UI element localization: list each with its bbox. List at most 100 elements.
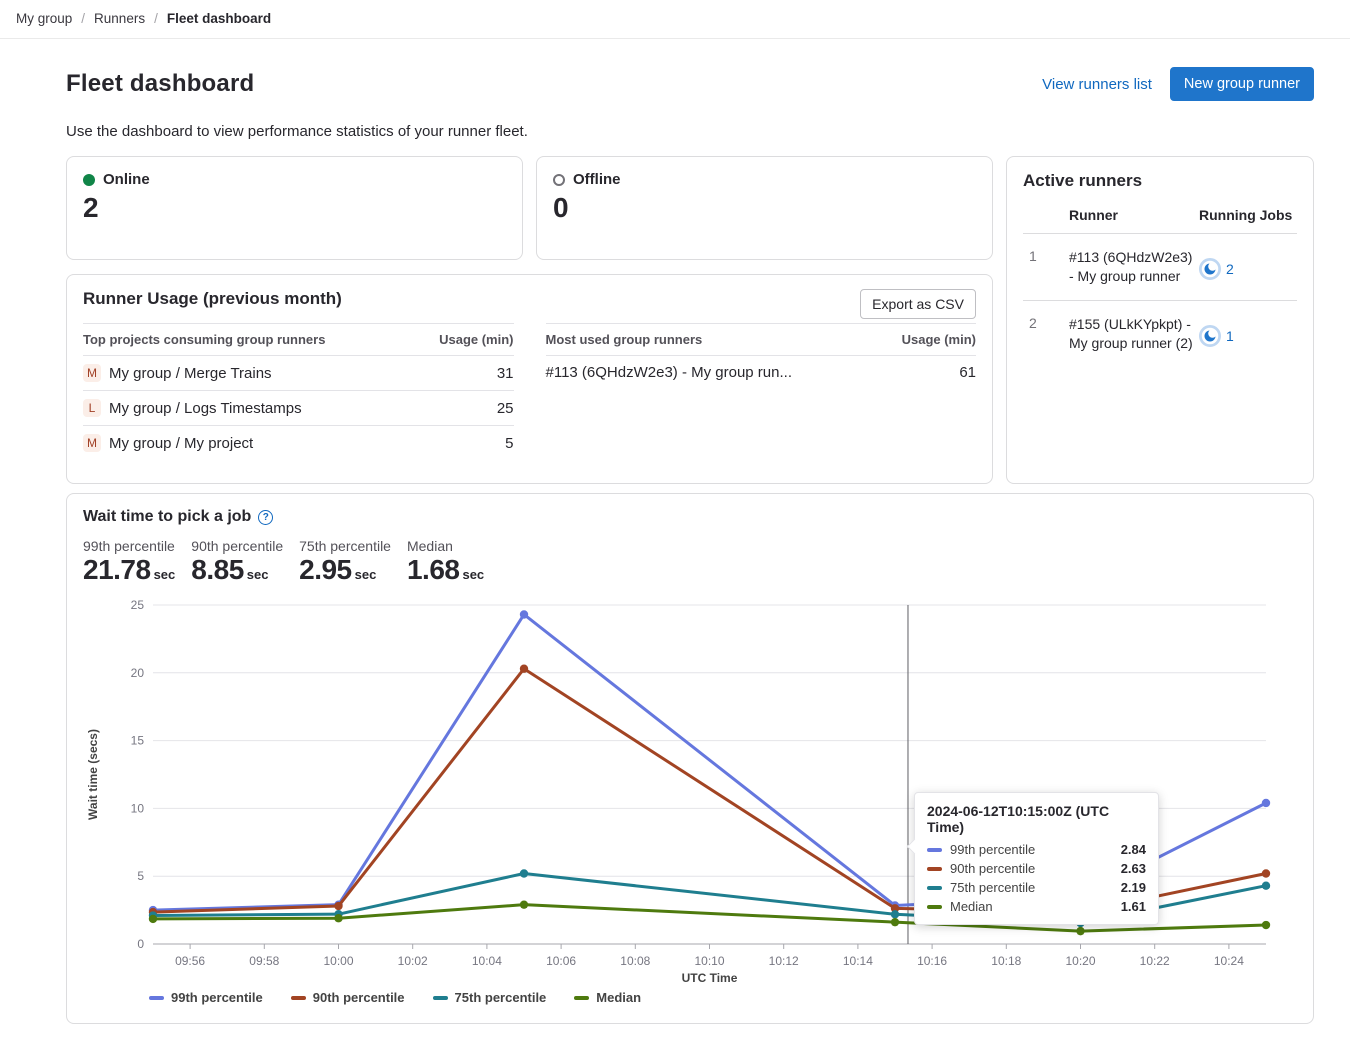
top-projects-table: Top projects consuming group runners Usa… — [83, 323, 514, 460]
table-row: M My group / My project 5 — [83, 426, 514, 460]
tooltip-series-name: 99th percentile — [950, 842, 1113, 857]
series-swatch — [927, 867, 942, 871]
legend-item-99th-percentile[interactable]: 99th percentile — [149, 990, 263, 1005]
column-header-usage: Usage (min) — [902, 332, 976, 347]
running-jobs-count[interactable]: 2 — [1226, 261, 1234, 277]
column-header-usage: Usage (min) — [439, 332, 513, 347]
offline-count: 0 — [553, 192, 976, 224]
svg-text:10:22: 10:22 — [1140, 954, 1170, 968]
offline-label: Offline — [573, 171, 621, 188]
column-header-runner: Runner — [1069, 195, 1199, 234]
breadcrumb-my-group[interactable]: My group — [16, 11, 72, 26]
online-status-icon — [83, 174, 95, 186]
tooltip-series-name: 90th percentile — [950, 861, 1113, 876]
offline-status-icon — [553, 174, 565, 186]
wait-time-title: Wait time to pick a job — [83, 508, 251, 526]
tooltip-series-value: 2.19 — [1121, 880, 1146, 895]
running-status-icon — [1199, 325, 1221, 347]
svg-text:10: 10 — [131, 802, 145, 816]
y-axis-label: Wait time (secs) — [86, 729, 100, 820]
x-axis-label: UTC Time — [682, 971, 738, 985]
svg-text:10:20: 10:20 — [1065, 954, 1095, 968]
breadcrumb-separator: / — [154, 11, 158, 26]
chart-legend: 99th percentile 90th percentile 75th perce… — [149, 990, 1297, 1005]
tooltip-series-value: 2.84 — [1121, 842, 1146, 857]
page-description: Use the dashboard to view performance st… — [66, 123, 1314, 140]
table-row: 1 #113 (6QHdzW2e3) - My group runner 2 — [1023, 234, 1297, 301]
new-group-runner-button[interactable]: New group runner — [1170, 67, 1314, 101]
svg-text:10:10: 10:10 — [694, 954, 724, 968]
stat-90th-percentile: 90th percentile 8.85sec — [191, 538, 283, 586]
tooltip-row: 99th percentile 2.84 — [927, 842, 1146, 857]
series-swatch — [433, 996, 448, 1000]
tooltip-row: 75th percentile 2.19 — [927, 880, 1146, 895]
tooltip-series-value: 2.63 — [1121, 861, 1146, 876]
series-swatch — [291, 996, 306, 1000]
breadcrumb-bar: My group / Runners / Fleet dashboard — [0, 0, 1350, 39]
svg-text:10:06: 10:06 — [546, 954, 576, 968]
view-runners-list-link[interactable]: View runners list — [1042, 76, 1152, 93]
table-row: 2 #155 (ULkKYpkpt) - My group runner (2)… — [1023, 300, 1297, 366]
wait-time-stats: 99th percentile 21.78sec 90th percentile… — [83, 538, 1297, 586]
most-used-runners-table: Most used group runners Usage (min) #113… — [546, 323, 977, 460]
breadcrumb-current: Fleet dashboard — [167, 11, 271, 26]
project-avatar: M — [83, 434, 101, 452]
breadcrumb: My group / Runners / Fleet dashboard — [16, 11, 1334, 26]
tooltip-row: 90th percentile 2.63 — [927, 861, 1146, 876]
tooltip-series-name: Median — [950, 899, 1113, 914]
table-row: #113 (6QHdzW2e3) - My group run... 61 — [546, 356, 977, 389]
project-name: My group / Logs Timestamps — [109, 400, 302, 417]
series-swatch — [149, 996, 164, 1000]
runner-rank: 1 — [1023, 234, 1069, 301]
stat-value: 21.78sec — [83, 554, 175, 586]
legend-label: 75th percentile — [455, 990, 547, 1005]
active-runners-table: Runner Running Jobs 1 #113 (6QHdzW2e3) -… — [1023, 195, 1297, 367]
svg-text:25: 25 — [131, 598, 145, 612]
runner-usage-title: Runner Usage (previous month) — [83, 289, 976, 309]
column-header-most-used-runners: Most used group runners — [546, 332, 703, 347]
svg-text:10:16: 10:16 — [917, 954, 947, 968]
column-header-top-projects: Top projects consuming group runners — [83, 332, 325, 347]
svg-text:0: 0 — [137, 937, 144, 951]
tooltip-row: Median 1.61 — [927, 899, 1146, 914]
svg-text:5: 5 — [137, 869, 144, 883]
runner-name: #155 (ULkKYpkpt) - My group runner (2) — [1069, 300, 1199, 366]
tooltip-title: 2024-06-12T10:15:00Z (UTC Time) — [927, 803, 1146, 835]
offline-card: Offline 0 — [536, 156, 993, 260]
tooltip-series-value: 1.61 — [1121, 899, 1146, 914]
wait-time-card: Wait time to pick a job ? 99th percentil… — [66, 493, 1314, 1024]
page-title: Fleet dashboard — [66, 70, 254, 98]
export-csv-button[interactable]: Export as CSV — [860, 289, 976, 319]
active-runners-title: Active runners — [1023, 171, 1297, 191]
legend-item-90th-percentile[interactable]: 90th percentile — [291, 990, 405, 1005]
svg-text:20: 20 — [131, 666, 145, 680]
breadcrumb-runners[interactable]: Runners — [94, 11, 145, 26]
stat-label: Median — [407, 538, 484, 554]
stat-label: 99th percentile — [83, 538, 175, 554]
project-avatar: M — [83, 364, 101, 382]
svg-text:10:12: 10:12 — [769, 954, 799, 968]
legend-label: Median — [596, 990, 641, 1005]
series-swatch — [927, 905, 942, 909]
usage-minutes: 5 — [505, 435, 513, 452]
running-jobs-count[interactable]: 1 — [1226, 328, 1234, 344]
stat-99th-percentile: 99th percentile 21.78sec — [83, 538, 175, 586]
stat-label: 90th percentile — [191, 538, 283, 554]
legend-label: 90th percentile — [313, 990, 405, 1005]
series-swatch — [927, 848, 942, 852]
svg-text:10:00: 10:00 — [323, 954, 353, 968]
stat-value: 1.68sec — [407, 554, 484, 586]
project-name: My group / Merge Trains — [109, 365, 272, 382]
svg-text:09:56: 09:56 — [175, 954, 205, 968]
help-icon[interactable]: ? — [258, 510, 273, 525]
svg-text:10:02: 10:02 — [398, 954, 428, 968]
project-avatar: L — [83, 399, 101, 417]
breadcrumb-separator: / — [81, 11, 85, 26]
online-count: 2 — [83, 192, 506, 224]
legend-item-75th-percentile[interactable]: 75th percentile — [433, 990, 547, 1005]
column-header-running-jobs: Running Jobs — [1199, 195, 1297, 234]
legend-item-median[interactable]: Median — [574, 990, 641, 1005]
legend-label: 99th percentile — [171, 990, 263, 1005]
stat-label: 75th percentile — [299, 538, 391, 554]
tooltip-series-name: 75th percentile — [950, 880, 1113, 895]
